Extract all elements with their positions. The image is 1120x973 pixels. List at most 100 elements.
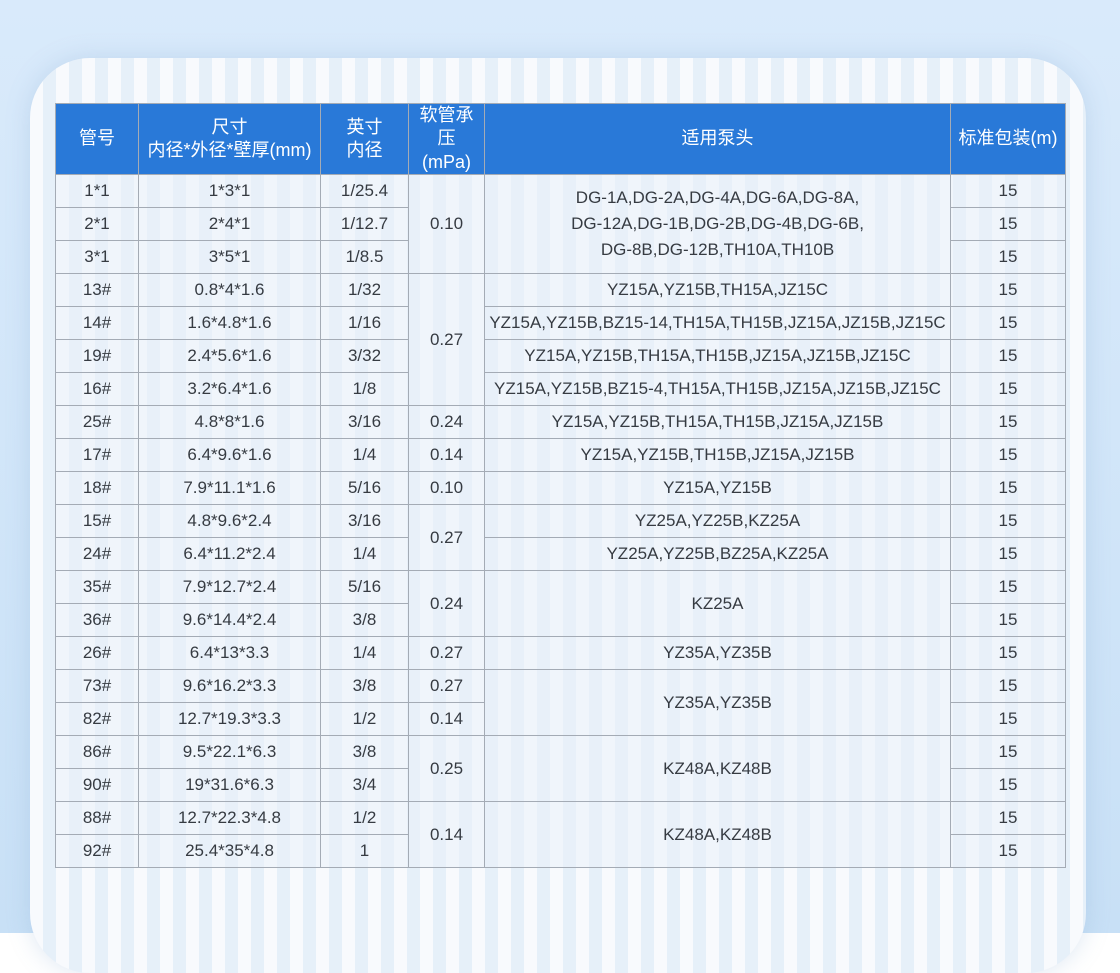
cell-tube-no: 17# <box>56 439 139 472</box>
header-size: 尺寸 内径*外径*壁厚(mm) <box>139 104 321 175</box>
table-row: 1*11*3*11/25.40.10DG-1A,DG-2A,DG-4A,DG-6… <box>56 175 1066 208</box>
cell-pack: 15 <box>951 472 1066 505</box>
cell-inch: 1/4 <box>321 439 409 472</box>
cell-size: 9.6*16.2*3.3 <box>139 670 321 703</box>
cell-inch: 1/2 <box>321 802 409 835</box>
cell-pumps: YZ15A,YZ15B,BZ15-14,TH15A,TH15B,JZ15A,JZ… <box>485 307 951 340</box>
cell-pumps: KZ48A,KZ48B <box>485 802 951 868</box>
header-inch: 英寸 内径 <box>321 104 409 175</box>
cell-inch: 3/4 <box>321 769 409 802</box>
cell-size: 2*4*1 <box>139 208 321 241</box>
cell-pack: 15 <box>951 274 1066 307</box>
cell-tube-no: 18# <box>56 472 139 505</box>
cell-size: 19*31.6*6.3 <box>139 769 321 802</box>
cell-tube-no: 16# <box>56 373 139 406</box>
cell-size: 3.2*6.4*1.6 <box>139 373 321 406</box>
cell-pack: 15 <box>951 670 1066 703</box>
cell-tube-no: 13# <box>56 274 139 307</box>
cell-pack: 15 <box>951 604 1066 637</box>
cell-inch: 1/32 <box>321 274 409 307</box>
cell-pumps: DG-1A,DG-2A,DG-4A,DG-6A,DG-8A,DG-12A,DG-… <box>485 175 951 274</box>
cell-size: 2.4*5.6*1.6 <box>139 340 321 373</box>
cell-pressure: 0.25 <box>409 736 485 802</box>
cell-size: 6.4*11.2*2.4 <box>139 538 321 571</box>
table-body: 1*11*3*11/25.40.10DG-1A,DG-2A,DG-4A,DG-6… <box>56 175 1066 868</box>
cell-size: 12.7*22.3*4.8 <box>139 802 321 835</box>
cell-pressure: 0.14 <box>409 439 485 472</box>
cell-tube-no: 24# <box>56 538 139 571</box>
table-row: 15#4.8*9.6*2.43/160.27YZ25A,YZ25B,KZ25A1… <box>56 505 1066 538</box>
table-row: 26#6.4*13*3.31/40.27YZ35A,YZ35B15 <box>56 637 1066 670</box>
cell-pumps: YZ15A,YZ15B,TH15A,JZ15C <box>485 274 951 307</box>
cell-pumps: YZ35A,YZ35B <box>485 670 951 736</box>
cell-tube-no: 19# <box>56 340 139 373</box>
cell-pack: 15 <box>951 538 1066 571</box>
cell-tube-no: 26# <box>56 637 139 670</box>
cell-tube-no: 15# <box>56 505 139 538</box>
cell-size: 12.7*19.3*3.3 <box>139 703 321 736</box>
cell-pumps: YZ15A,YZ15B,TH15A,TH15B,JZ15A,JZ15B <box>485 406 951 439</box>
cell-inch: 5/16 <box>321 571 409 604</box>
cell-size: 7.9*11.1*1.6 <box>139 472 321 505</box>
table-row: 24#6.4*11.2*2.41/4YZ25A,YZ25B,BZ25A,KZ25… <box>56 538 1066 571</box>
cell-tube-no: 82# <box>56 703 139 736</box>
header-pumps: 适用泵头 <box>485 104 951 175</box>
cell-inch: 1 <box>321 835 409 868</box>
header-row: 管号 尺寸 内径*外径*壁厚(mm) 英寸 内径 软管承压 (mPa) 适用泵头… <box>56 104 1066 175</box>
header-pack: 标准包装(m) <box>951 104 1066 175</box>
cell-tube-no: 2*1 <box>56 208 139 241</box>
cell-inch: 1/8 <box>321 373 409 406</box>
table-row: 88#12.7*22.3*4.81/20.14KZ48A,KZ48B15 <box>56 802 1066 835</box>
cell-pressure: 0.27 <box>409 505 485 571</box>
cell-pumps: KZ25A <box>485 571 951 637</box>
cell-pressure: 0.14 <box>409 802 485 868</box>
table-row: 25#4.8*8*1.63/160.24YZ15A,YZ15B,TH15A,TH… <box>56 406 1066 439</box>
header-tube-no: 管号 <box>56 104 139 175</box>
cell-pumps: YZ15A,YZ15B <box>485 472 951 505</box>
cell-pack: 15 <box>951 571 1066 604</box>
table-row: 14#1.6*4.8*1.61/16YZ15A,YZ15B,BZ15-14,TH… <box>56 307 1066 340</box>
cell-pack: 15 <box>951 340 1066 373</box>
cell-pack: 15 <box>951 208 1066 241</box>
cell-pressure: 0.27 <box>409 637 485 670</box>
cell-pack: 15 <box>951 769 1066 802</box>
cell-inch: 1/2 <box>321 703 409 736</box>
cell-pack: 15 <box>951 439 1066 472</box>
table-row: 13#0.8*4*1.61/320.27YZ15A,YZ15B,TH15A,JZ… <box>56 274 1066 307</box>
cell-inch: 1/16 <box>321 307 409 340</box>
cell-tube-no: 25# <box>56 406 139 439</box>
cell-pressure: 0.10 <box>409 472 485 505</box>
cell-pack: 15 <box>951 802 1066 835</box>
cell-inch: 1/25.4 <box>321 175 409 208</box>
cell-pack: 15 <box>951 637 1066 670</box>
header-pressure: 软管承压 (mPa) <box>409 104 485 175</box>
table-header: 管号 尺寸 内径*外径*壁厚(mm) 英寸 内径 软管承压 (mPa) 适用泵头… <box>56 104 1066 175</box>
cell-size: 9.5*22.1*6.3 <box>139 736 321 769</box>
cell-inch: 1/12.7 <box>321 208 409 241</box>
cell-pumps: YZ25A,YZ25B,KZ25A <box>485 505 951 538</box>
table-row: 19#2.4*5.6*1.63/32YZ15A,YZ15B,TH15A,TH15… <box>56 340 1066 373</box>
cell-pack: 15 <box>951 373 1066 406</box>
cell-tube-no: 35# <box>56 571 139 604</box>
cell-size: 0.8*4*1.6 <box>139 274 321 307</box>
cell-pack: 15 <box>951 307 1066 340</box>
cell-inch: 3/16 <box>321 406 409 439</box>
table-row: 16#3.2*6.4*1.61/8 YZ15A,YZ15B,BZ15-4,TH15… <box>56 373 1066 406</box>
cell-size: 1.6*4.8*1.6 <box>139 307 321 340</box>
cell-tube-no: 73# <box>56 670 139 703</box>
cell-inch: 3/8 <box>321 604 409 637</box>
cell-pressure: 0.27 <box>409 274 485 406</box>
cell-inch: 5/16 <box>321 472 409 505</box>
cell-tube-no: 36# <box>56 604 139 637</box>
cell-pumps: YZ15A,YZ15B,BZ15-4,TH15A,TH15B,JZ15A,JZ1… <box>485 373 951 406</box>
cell-size: 6.4*9.6*1.6 <box>139 439 321 472</box>
table-row: 18#7.9*11.1*1.65/160.10YZ15A,YZ15B15 <box>56 472 1066 505</box>
cell-pumps: YZ15A,YZ15B,TH15B,JZ15A,JZ15B <box>485 439 951 472</box>
cell-tube-no: 86# <box>56 736 139 769</box>
cell-size: 6.4*13*3.3 <box>139 637 321 670</box>
cell-tube-no: 88# <box>56 802 139 835</box>
cell-pumps: YZ35A,YZ35B <box>485 637 951 670</box>
cell-size: 3*5*1 <box>139 241 321 274</box>
cell-pack: 15 <box>951 703 1066 736</box>
cell-pressure: 0.24 <box>409 406 485 439</box>
